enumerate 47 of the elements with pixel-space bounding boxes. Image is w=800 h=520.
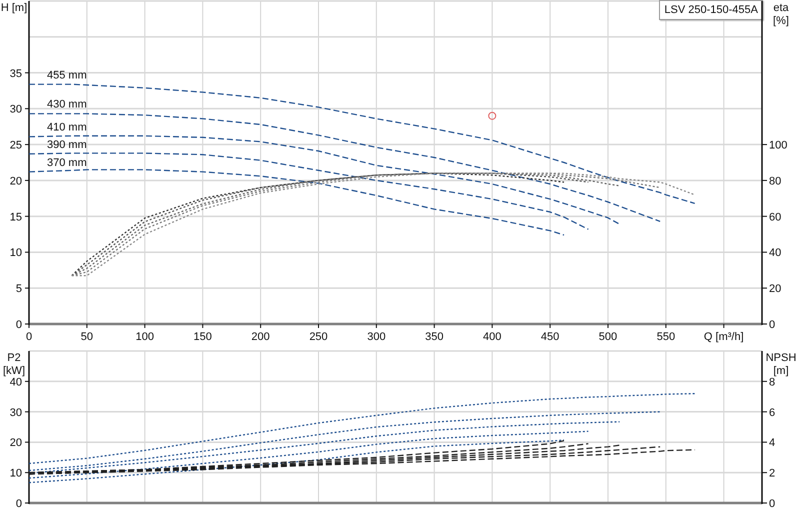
axis-tick-label: 0 bbox=[16, 319, 22, 331]
axis-tick-label: 80 bbox=[769, 175, 782, 188]
curve-label: 455 mm bbox=[47, 69, 87, 82]
axis-tick-label: 450 bbox=[540, 331, 560, 343]
chart-legend: LSV 250-150-455A bbox=[659, 0, 763, 20]
axis-tick-label: 350 bbox=[425, 331, 444, 343]
axis-tick-label: 30 bbox=[10, 406, 22, 419]
axis-tick-label: 4 bbox=[769, 437, 776, 450]
axis-tick-label: 8 bbox=[769, 376, 776, 388]
axis-tick-label: 10 bbox=[10, 468, 22, 480]
axis-tick-label: 100 bbox=[769, 140, 788, 152]
axis-title: H [m] bbox=[0, 2, 28, 15]
curve-label: 430 mm bbox=[47, 98, 87, 111]
axis-tick-label: 0 bbox=[769, 498, 776, 510]
axis-tick-label: 50 bbox=[80, 331, 94, 343]
axis-tick-label: 15 bbox=[10, 211, 22, 224]
axis-tick-label: 200 bbox=[251, 331, 270, 343]
axis-tick-label: Q [m³/h] bbox=[704, 331, 744, 343]
axis-tick-label: 20 bbox=[10, 437, 22, 450]
axis-tick-label: 5 bbox=[16, 283, 22, 296]
axis-tick-label: 6 bbox=[769, 406, 776, 419]
axis-tick-label: 550 bbox=[656, 331, 676, 343]
axis-title: NPSH [m] bbox=[764, 352, 798, 378]
axis-tick-label: 300 bbox=[367, 331, 386, 343]
axis-title: P2 [kW] bbox=[2, 352, 26, 378]
axis-tick-label: 400 bbox=[483, 331, 502, 343]
axis-tick-label: 20 bbox=[10, 175, 22, 188]
axis-tick-label: 40 bbox=[10, 376, 22, 388]
axis-tick-label: 20 bbox=[769, 283, 782, 296]
axis-tick-label: 0 bbox=[26, 331, 32, 343]
axis-tick-label: 30 bbox=[10, 104, 22, 116]
curve-label: 370 mm bbox=[47, 156, 87, 169]
axis-tick-label: 0 bbox=[16, 498, 22, 510]
axis-tick-label: 25 bbox=[10, 140, 22, 152]
axis-tick-label: 250 bbox=[309, 331, 328, 343]
axis-tick-label: 35 bbox=[10, 68, 22, 80]
axis-tick-label: 500 bbox=[598, 331, 618, 343]
axis-tick-label: 40 bbox=[769, 247, 782, 260]
axis-tick-label: 10 bbox=[10, 247, 22, 260]
curve-label: 390 mm bbox=[47, 138, 87, 151]
curve-label: 410 mm bbox=[47, 122, 87, 134]
axis-tick-label: 2 bbox=[769, 468, 776, 480]
axis-tick-label: 0 bbox=[769, 319, 776, 331]
axis-tick-label: 100 bbox=[136, 331, 154, 343]
axis-title: eta [%] bbox=[772, 2, 790, 28]
axis-tick-label: 60 bbox=[769, 211, 782, 224]
axis-tick-label: 150 bbox=[194, 331, 212, 343]
